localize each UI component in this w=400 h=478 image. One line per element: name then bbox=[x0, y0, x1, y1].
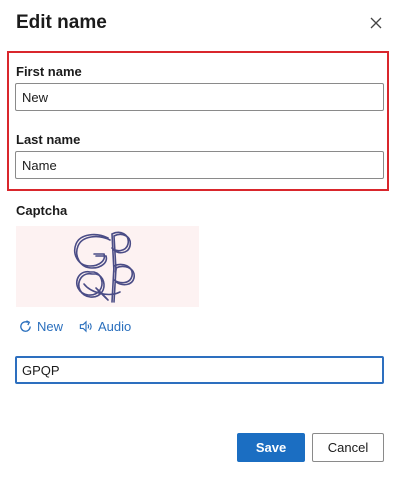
save-button[interactable]: Save bbox=[237, 433, 305, 462]
last-name-input[interactable] bbox=[15, 151, 384, 179]
new-captcha-label: New bbox=[37, 318, 64, 334]
dialog-title: Edit name bbox=[16, 12, 107, 33]
captcha-image bbox=[16, 226, 199, 307]
new-captcha-button[interactable]: New bbox=[18, 317, 63, 335]
edit-name-dialog: Edit name First name Last name Captcha bbox=[0, 0, 400, 478]
audio-captcha-label: Audio bbox=[98, 318, 132, 334]
close-icon[interactable] bbox=[368, 15, 384, 31]
refresh-icon bbox=[20, 319, 31, 332]
last-name-label: Last name bbox=[16, 132, 81, 147]
audio-captcha-button[interactable]: Audio bbox=[78, 317, 131, 335]
first-name-label: First name bbox=[16, 64, 82, 79]
cancel-button[interactable]: Cancel bbox=[312, 433, 384, 462]
captcha-input[interactable] bbox=[15, 356, 384, 384]
first-name-input[interactable] bbox=[15, 83, 384, 111]
captcha-label: Captcha bbox=[16, 203, 68, 218]
speaker-icon bbox=[79, 319, 92, 333]
